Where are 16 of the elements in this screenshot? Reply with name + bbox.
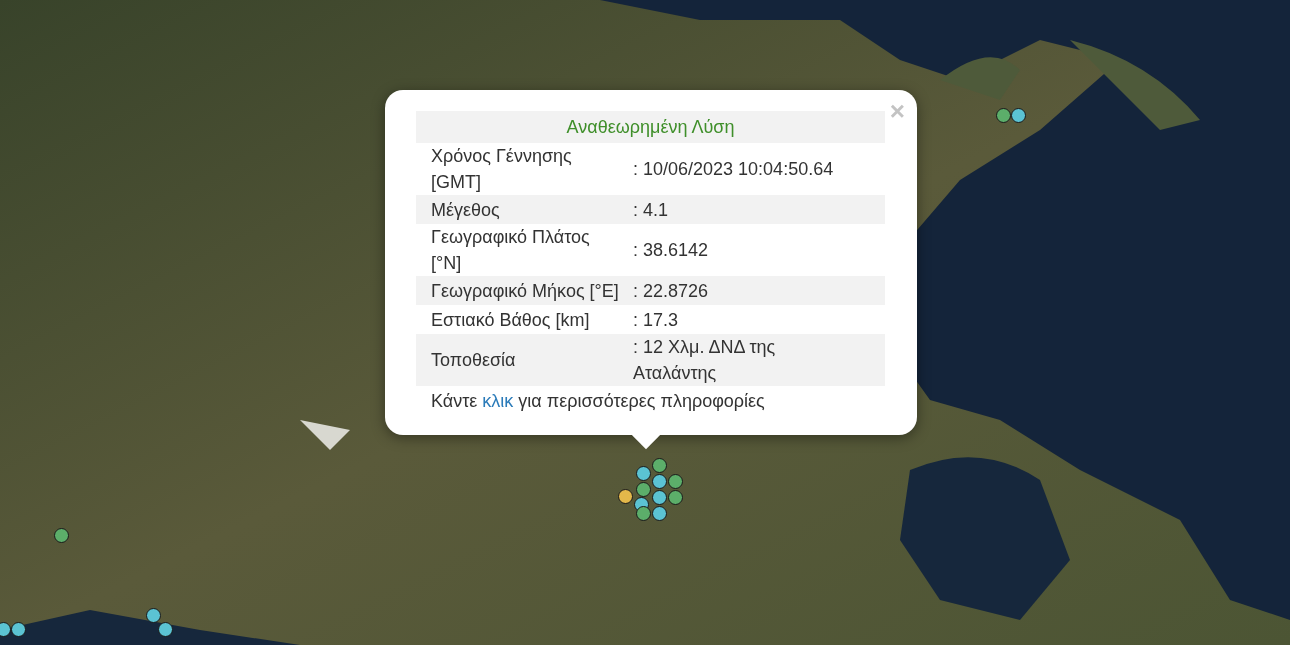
earthquake-marker[interactable]	[0, 622, 11, 637]
field-value: : 12 Χλμ. ΔΝΔ της Αταλάντης	[633, 336, 777, 385]
field-value: : 17.3	[633, 308, 680, 332]
field-label: Τοποθεσία	[431, 349, 517, 372]
field-label: Μέγεθος	[431, 198, 501, 222]
field-value: : 38.6142	[633, 239, 710, 262]
field-label: Γεωγραφικό Πλάτος [°N]	[431, 226, 591, 275]
field-label: Γεωγραφικό Μήκος [°E]	[431, 279, 620, 303]
field-value: : 22.8726	[633, 279, 710, 303]
popup-title: Αναθεωρημένη Λύση	[416, 111, 885, 143]
more-info-link[interactable]: κλικ	[482, 391, 514, 411]
field-value: : 4.1	[633, 198, 670, 222]
field-label: Χρόνος Γέννησης [GMT]	[431, 145, 573, 194]
more-info-text: Κάντε κλικ για περισσότερες πληροφορίες	[430, 390, 766, 413]
field-value: : 10/06/2023 10:04:50.64	[633, 158, 835, 181]
field-label: Εστιακό Βάθος [km]	[431, 308, 591, 332]
